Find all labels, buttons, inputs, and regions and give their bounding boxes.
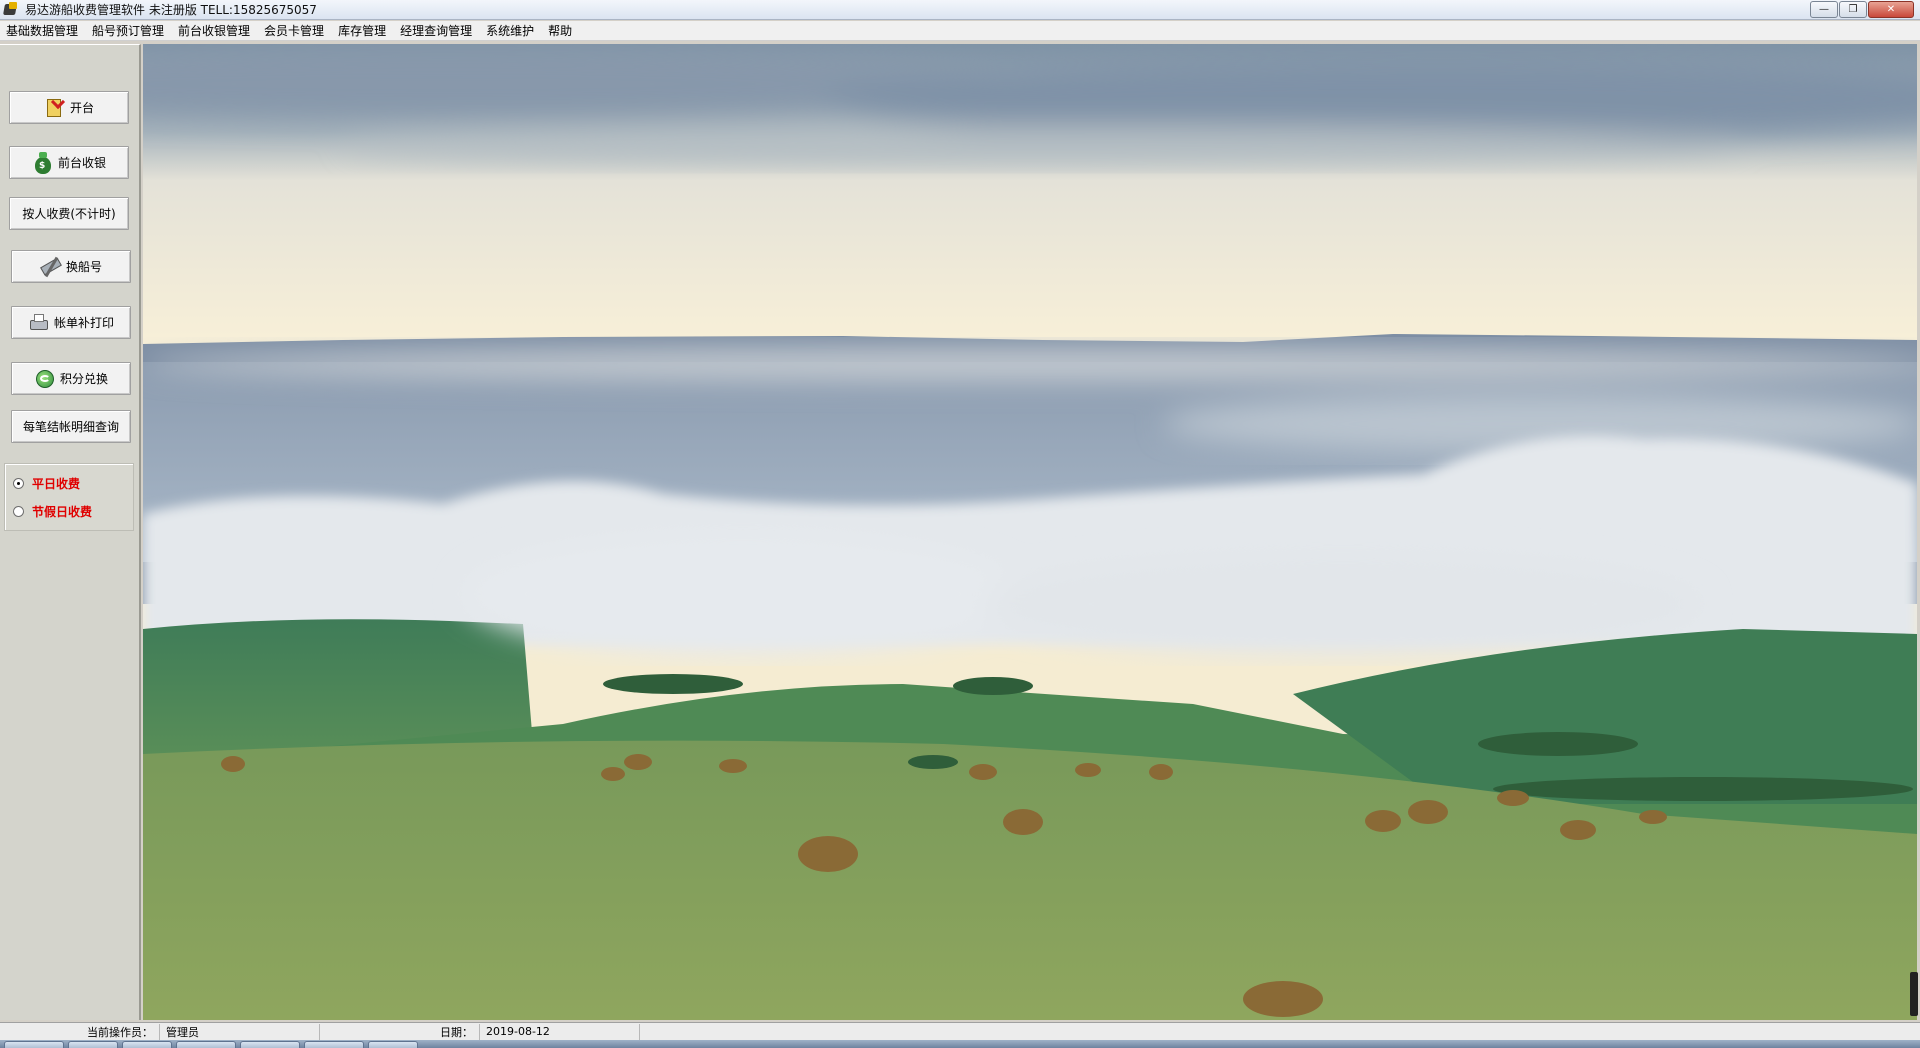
date-label: 日期：	[320, 1023, 480, 1040]
change-boat-button[interactable]: 换船号	[11, 250, 131, 283]
weekday-fee-radio[interactable]	[13, 478, 24, 489]
menu-manager-query[interactable]: 经理查询管理	[400, 22, 472, 39]
menu-system-maintenance[interactable]: 系统维护	[486, 22, 534, 39]
wallpaper-image	[143, 44, 1917, 1020]
money-bag-icon: $	[32, 151, 54, 174]
taskbar-item[interactable]	[176, 1041, 236, 1048]
os-taskbar	[0, 1040, 1920, 1048]
taskbar-item[interactable]	[240, 1041, 300, 1048]
landscape-picture	[143, 44, 1917, 1020]
taskbar-start[interactable]	[4, 1041, 64, 1048]
maximize-button[interactable]: ❐	[1839, 1, 1867, 18]
holiday-fee-option[interactable]: 节假日收费	[13, 503, 92, 520]
window-title: 易达游船收费管理软件 未注册版 TELL:15825675057	[25, 3, 317, 17]
open-table-label: 开台	[69, 101, 94, 115]
points-exchange-button[interactable]: 积分兑换	[11, 362, 131, 395]
menu-basic-data[interactable]: 基础数据管理	[6, 22, 78, 39]
open-table-icon	[44, 94, 66, 119]
menu-bar: 基础数据管理 船号预订管理 前台收银管理 会员卡管理 库存管理 经理查询管理 系…	[0, 21, 1920, 41]
taskbar-item[interactable]	[68, 1041, 118, 1048]
fee-mode-group: 平日收费 节假日收费	[4, 463, 134, 531]
taskbar-item[interactable]	[304, 1041, 364, 1048]
scrollbar-thumb[interactable]	[1910, 972, 1918, 1016]
change-boat-label: 换船号	[65, 260, 102, 274]
holiday-fee-label: 节假日收费	[32, 505, 93, 519]
menu-inventory[interactable]: 库存管理	[338, 22, 386, 39]
weekday-fee-label: 平日收费	[32, 477, 81, 491]
per-person-fee-label: 按人收费(不计时)	[22, 207, 116, 221]
status-empty	[640, 1024, 1920, 1040]
taskbar-item[interactable]	[368, 1041, 418, 1048]
app-logo-icon	[3, 1, 19, 18]
reprint-bill-label: 帐单补打印	[53, 316, 114, 330]
close-button[interactable]: ✕	[1868, 1, 1914, 18]
menu-boat-booking[interactable]: 船号预订管理	[92, 22, 164, 39]
checkout-detail-query-button[interactable]: 每笔结帐明细查询	[11, 410, 131, 443]
operator-value: 管理员	[160, 1023, 320, 1040]
date-value: 2019-08-12	[480, 1023, 640, 1040]
window-controls: — ❐ ✕	[1810, 1, 1914, 18]
checkout-detail-query-label: 每笔结帐明细查询	[22, 420, 119, 434]
weekday-fee-option[interactable]: 平日收费	[13, 475, 80, 492]
menu-member-card[interactable]: 会员卡管理	[264, 22, 324, 39]
taskbar-item[interactable]	[122, 1041, 172, 1048]
holiday-fee-radio[interactable]	[13, 506, 24, 517]
front-cashier-label: 前台收银	[57, 156, 106, 170]
left-toolbar-panel: 开台 $ 前台收银 按人收费(不计时) 换船号 帐单补打印 积分兑换 每笔结帐明…	[0, 44, 141, 1020]
minimize-button[interactable]: —	[1810, 1, 1838, 18]
menu-help[interactable]: 帮助	[548, 22, 572, 39]
front-cashier-button[interactable]: $ 前台收银	[9, 146, 129, 179]
points-exchange-icon	[34, 368, 56, 390]
per-person-fee-button[interactable]: 按人收费(不计时)	[9, 197, 129, 230]
open-table-button[interactable]: 开台	[9, 91, 129, 124]
status-bar: 当前操作员： 管理员 日期： 2019-08-12	[0, 1022, 1920, 1040]
menu-front-cashier[interactable]: 前台收银管理	[178, 22, 250, 39]
reprint-bill-button[interactable]: 帐单补打印	[11, 306, 131, 339]
boat-swap-icon	[40, 256, 62, 278]
app-window: 易达游船收费管理软件 未注册版 TELL:15825675057 — ❐ ✕ 基…	[0, 0, 1920, 1048]
points-exchange-label: 积分兑换	[59, 372, 108, 386]
operator-label: 当前操作员：	[0, 1023, 160, 1040]
title-bar: 易达游船收费管理软件 未注册版 TELL:15825675057 — ❐ ✕	[0, 0, 1920, 20]
printer-icon	[28, 312, 50, 334]
